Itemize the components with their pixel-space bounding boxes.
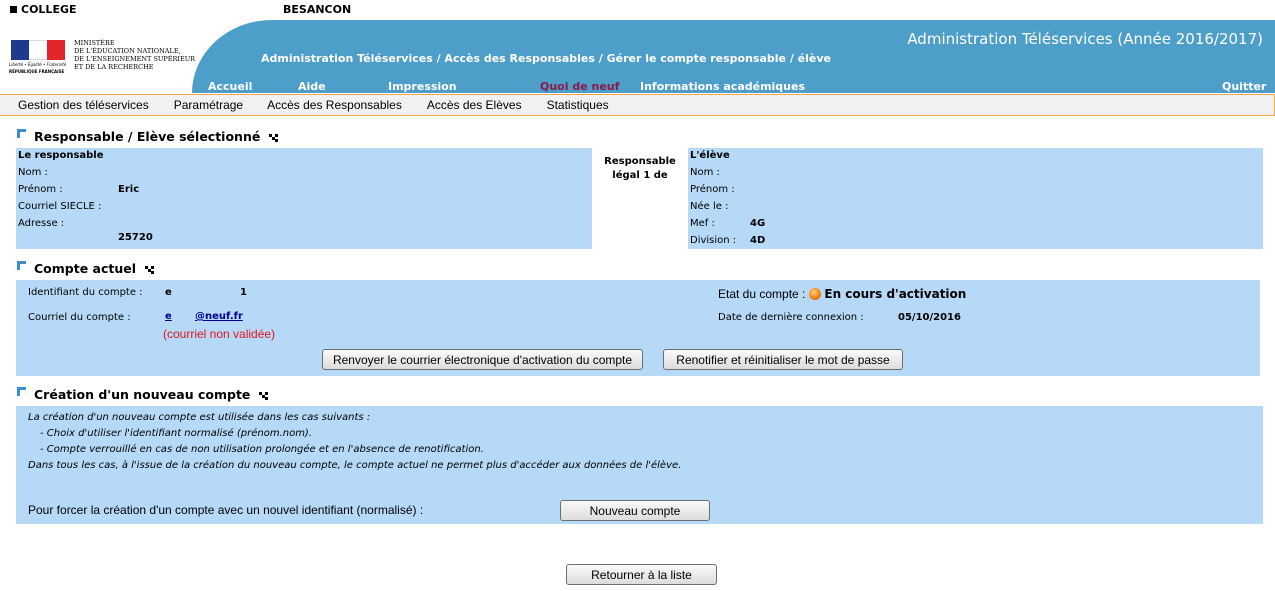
main-menu: Gestion des téléservices Paramétrage Acc…: [0, 94, 1275, 116]
nav-accueil-link[interactable]: Accueil: [208, 80, 252, 93]
section-bullet-icon: [17, 386, 27, 397]
responsable-prenom-value: Eric: [118, 184, 140, 195]
eleve-nom-label: Nom :: [690, 167, 720, 178]
menu-statistiques[interactable]: Statistiques: [547, 98, 609, 112]
motto-text: Liberté • Égalité • Fraternité: [9, 62, 67, 67]
eleve-division-value: 4D: [750, 235, 766, 246]
account-etat-value: En cours d'activation: [824, 287, 967, 301]
eleve-panel: L'élève Nom : Prénom : Née le : Mef : 4G…: [688, 148, 1263, 249]
college-name: COLLEGE: [21, 3, 77, 16]
responsable-courriel-label: Courriel SIECLE :: [18, 201, 102, 212]
ministry-name: MINISTÈRE DE L'ÉDUCATION NATIONALE, DE L…: [74, 39, 195, 71]
responsable-adresse-value: 25720: [118, 232, 153, 243]
eleve-division-label: Division :: [690, 235, 737, 246]
account-courriel-label: Courriel du compte :: [28, 312, 131, 323]
nav-informations-link[interactable]: Informations académiques: [640, 80, 805, 93]
collapse-toggle-icon[interactable]: [269, 133, 280, 142]
account-identifiant-label: Identifiant du compte :: [28, 287, 143, 298]
account-identifiant-value-part2: 1: [240, 287, 247, 298]
info-line: - Choix d'utiliser l'identifiant normali…: [40, 428, 313, 439]
menu-acces-responsables[interactable]: Accès des Responsables: [267, 98, 402, 112]
top-bar: COLLEGE BESANCON: [0, 0, 1275, 20]
info-line: Dans tous les cas, à l'issue de la créat…: [28, 460, 682, 471]
resend-activation-button[interactable]: Renvoyer le courrier électronique d'acti…: [322, 349, 643, 370]
account-panel: Identifiant du compte : e 1 Courriel du …: [16, 280, 1260, 376]
college-label: COLLEGE: [10, 3, 77, 16]
account-derniere-value: 05/10/2016: [898, 312, 961, 323]
section-title-account: Compte actuel: [17, 260, 156, 276]
responsable-adresse-label: Adresse :: [18, 218, 65, 229]
eleve-mef-label: Mef :: [690, 218, 715, 229]
city-label: BESANCON: [283, 3, 352, 16]
nav-quoi-de-neuf-link[interactable]: Quoi de neuf: [540, 80, 619, 93]
marianne-flag-icon: [11, 40, 65, 60]
nav-impression-link[interactable]: Impression: [388, 80, 457, 93]
new-account-button[interactable]: Nouveau compte: [560, 500, 710, 521]
republic-text: RÉPUBLIQUE FRANÇAISE: [9, 69, 65, 74]
account-etat: Etat du compte : En cours d'activation: [718, 287, 966, 301]
section-bullet-icon: [17, 128, 27, 139]
responsable-prenom-label: Prénom :: [18, 184, 63, 195]
marianne-logo: Liberté • Égalité • Fraternité RÉPUBLIQU…: [9, 40, 67, 74]
info-line: - Compte verrouillé en cas de non utilis…: [40, 444, 484, 455]
ministry-logo: Liberté • Égalité • Fraternité RÉPUBLIQU…: [9, 38, 199, 78]
account-identifiant-value-part1: e: [165, 287, 172, 298]
account-derniere-label: Date de dernière connexion :: [718, 312, 864, 323]
top-nav: Accueil Aide Impression Quoi de neuf Inf…: [0, 80, 1275, 93]
account-etat-label: Etat du compte :: [718, 287, 806, 301]
section-title-new-account: Création d'un nouveau compte: [17, 386, 270, 402]
ministry-line: MINISTÈRE: [74, 39, 115, 47]
section-title-selected: Responsable / Elève sélectionné: [17, 128, 280, 144]
info-line: La création d'un nouveau compte est util…: [28, 412, 371, 423]
new-account-panel: La création d'un nouveau compte est util…: [16, 406, 1263, 524]
eleve-prenom-label: Prénom :: [690, 184, 735, 195]
force-new-id-label: Pour forcer la création d'un compte avec…: [28, 503, 424, 517]
account-courriel-link-part2[interactable]: @neuf.fr: [195, 311, 243, 322]
nav-quitter-link[interactable]: Quitter: [1222, 80, 1266, 93]
status-orange-dot-icon: [809, 288, 822, 300]
ministry-line: DE L'ÉDUCATION NATIONALE,: [74, 47, 181, 55]
back-to-list-button[interactable]: Retourner à la liste: [566, 564, 717, 585]
eleve-heading: L'élève: [690, 150, 730, 161]
responsable-nom-label: Nom :: [18, 167, 48, 178]
menu-acces-eleves[interactable]: Accès des Elèves: [427, 98, 522, 112]
breadcrumb: Administration Téléservices / Accès des …: [261, 52, 831, 65]
ministry-line: ET DE LA RECHERCHE: [74, 63, 154, 71]
collapse-toggle-icon[interactable]: [145, 265, 156, 274]
square-bullet-icon: [10, 6, 17, 13]
nav-aide-link[interactable]: Aide: [298, 80, 326, 93]
section-bullet-icon: [17, 260, 27, 271]
menu-gestion-teleservices[interactable]: Gestion des téléservices: [18, 98, 149, 112]
app-title: Administration Téléservices (Année 2016/…: [907, 30, 1263, 48]
section-title-text: Responsable / Elève sélectionné: [34, 129, 261, 144]
menu-parametrage[interactable]: Paramétrage: [174, 98, 243, 112]
eleve-mef-value: 4G: [750, 218, 766, 229]
section-title-text: Compte actuel: [34, 261, 137, 276]
renotify-reset-password-button[interactable]: Renotifier et réinitialiser le mot de pa…: [663, 349, 903, 370]
ministry-line: DE L'ENSEIGNEMENT SUPÉRIEUR: [74, 55, 196, 63]
account-courriel-link-part1[interactable]: e: [165, 311, 172, 322]
section-title-text: Création d'un nouveau compte: [34, 387, 251, 402]
collapse-toggle-icon[interactable]: [259, 391, 270, 400]
responsable-heading: Le responsable: [18, 150, 104, 161]
courriel-status-text: (courriel non validée): [163, 327, 276, 341]
responsable-panel: Le responsable Nom : Prénom : Eric Courr…: [16, 148, 592, 249]
relation-label: Responsable légal 1 de: [604, 156, 676, 181]
eleve-nee-label: Née le :: [690, 201, 729, 212]
